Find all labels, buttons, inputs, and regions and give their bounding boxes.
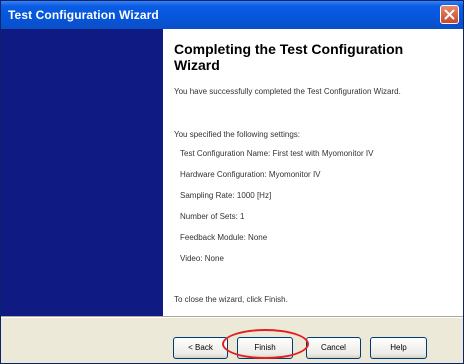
setting-hardware-configuration: Hardware Configuration: Myomonitor IV xyxy=(180,170,321,179)
wizard-content: Completing the Test Configuration Wizard… xyxy=(163,29,463,317)
closing-text: To close the wizard, click Finish. xyxy=(174,295,288,304)
setting-number-of-sets: Number of Sets: 1 xyxy=(180,212,245,221)
setting-feedback-module: Feedback Module: None xyxy=(180,233,268,242)
setting-video: Video: None xyxy=(180,254,224,263)
finish-highlight-circle xyxy=(222,329,309,359)
setting-test-configuration-name: Test Configuration Name: First test with… xyxy=(180,149,374,158)
intro-text: You have successfully completed the Test… xyxy=(174,87,401,96)
page-heading: Completing the Test Configuration Wizard xyxy=(174,41,404,73)
settings-label: You specified the following settings: xyxy=(174,130,301,139)
window-title: Test Configuration Wizard xyxy=(8,8,159,22)
close-icon xyxy=(444,9,455,20)
wizard-sidebar-panel xyxy=(1,29,163,317)
title-bar[interactable]: Test Configuration Wizard xyxy=(1,1,463,29)
help-button[interactable]: Help xyxy=(370,337,427,359)
back-button[interactable]: < Back xyxy=(173,337,228,359)
cancel-button[interactable]: Cancel xyxy=(306,337,361,359)
wizard-window: Test Configuration Wizard Completing the… xyxy=(0,0,464,364)
setting-sampling-rate: Sampling Rate: 1000 [Hz] xyxy=(180,191,272,200)
close-button[interactable] xyxy=(440,5,459,24)
